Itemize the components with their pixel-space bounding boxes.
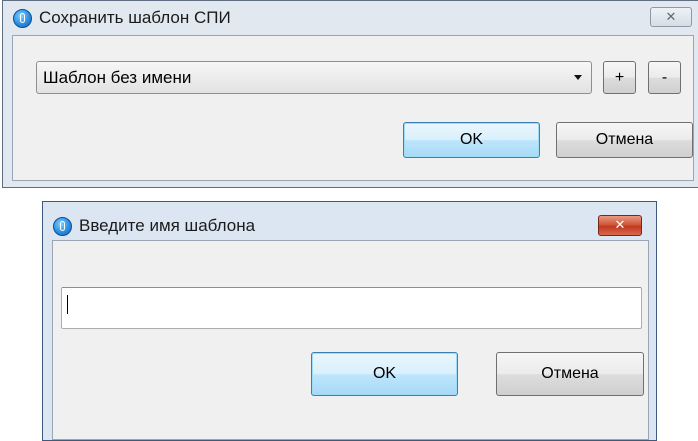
close-icon: ✕	[665, 9, 677, 25]
app-icon	[13, 9, 32, 28]
save-dialog-client: Шаблон без имени + - OK Отмена	[12, 35, 694, 181]
chevron-down-icon	[574, 75, 582, 80]
save-dialog-title: Сохранить шаблон СПИ	[39, 8, 231, 27]
save-dialog-close-button[interactable]: ✕	[650, 7, 692, 27]
close-icon: ✕	[614, 218, 626, 233]
save-cancel-button[interactable]: Отмена	[556, 122, 693, 158]
name-dialog-client: OK Отмена	[52, 240, 649, 440]
text-caret	[67, 295, 68, 314]
template-select[interactable]: Шаблон без имени	[36, 61, 592, 94]
name-dialog-titlebar[interactable]: Введите имя шаблона ✕	[43, 202, 656, 236]
name-dialog-close-button[interactable]: ✕	[598, 215, 642, 236]
app-icon	[53, 217, 72, 236]
enter-name-dialog: Введите имя шаблона ✕ OK Отмена	[42, 201, 657, 441]
template-name-input[interactable]	[61, 287, 642, 329]
save-ok-button[interactable]: OK	[403, 122, 540, 158]
name-cancel-button[interactable]: Отмена	[496, 352, 644, 396]
add-template-button[interactable]: +	[603, 61, 636, 94]
remove-template-button[interactable]: -	[648, 61, 681, 94]
template-select-value: Шаблон без имени	[43, 68, 192, 87]
name-dialog-title: Введите имя шаблона	[79, 216, 256, 235]
name-ok-button[interactable]: OK	[311, 352, 458, 396]
save-dialog-titlebar[interactable]: Сохранить шаблон СПИ ✕	[3, 1, 698, 35]
save-template-dialog: Сохранить шаблон СПИ ✕ Шаблон без имени …	[2, 0, 698, 188]
